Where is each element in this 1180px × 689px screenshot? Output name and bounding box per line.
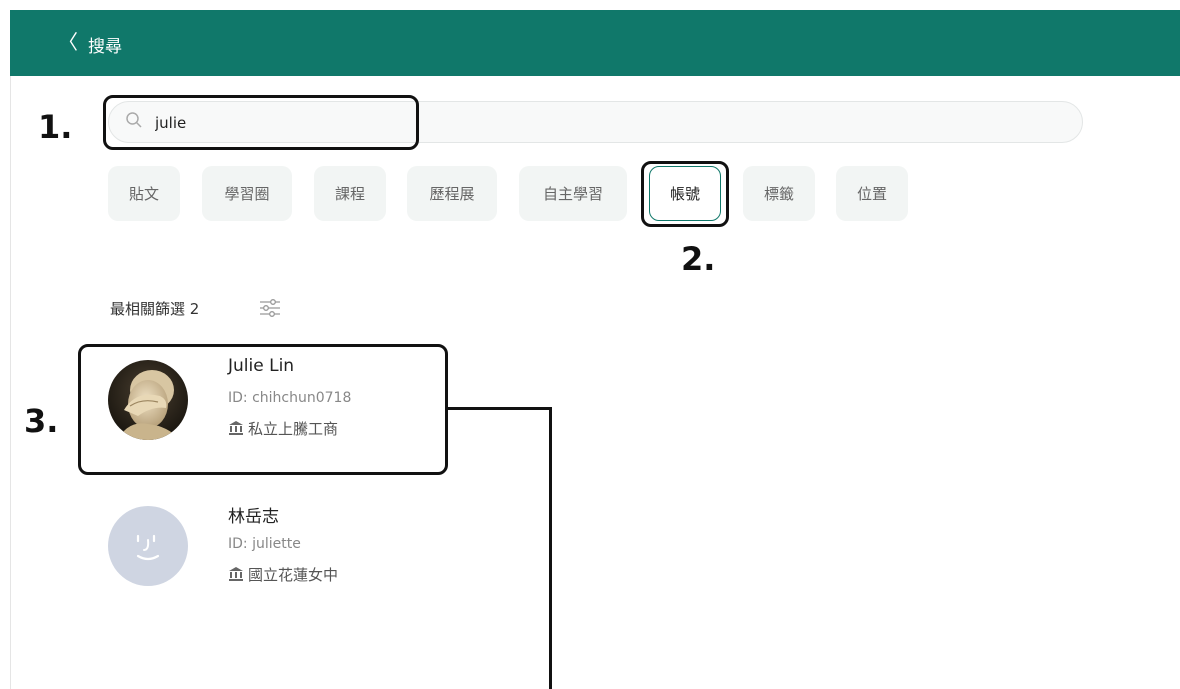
- annotation-box-search: [103, 95, 419, 150]
- chevron-left-icon[interactable]: 〈: [58, 30, 78, 54]
- tab-locations[interactable]: 位置: [836, 166, 908, 221]
- tab-courses[interactable]: 課程: [314, 166, 386, 221]
- annotation-box-result: [78, 344, 448, 475]
- annotation-box-accounts-tab: [641, 161, 729, 227]
- default-face-icon: [136, 534, 160, 561]
- tab-tags[interactable]: 標籤: [743, 166, 815, 221]
- annotation-label-3: 3.: [24, 402, 59, 440]
- annotation-label-1: 1.: [38, 108, 73, 146]
- annotation-connector-h: [448, 407, 552, 410]
- tab-learning-circles[interactable]: 學習圈: [202, 166, 292, 221]
- annotation-label-2: 2.: [681, 240, 716, 278]
- annotation-connector-v: [549, 407, 552, 689]
- user-name: 林岳志: [228, 507, 279, 527]
- tab-self-learning[interactable]: 自主學習: [519, 166, 627, 221]
- relevance-filter-label: 最相關篩選 2: [110, 300, 200, 318]
- institution-icon: [229, 567, 243, 581]
- user-id: ID: juliette: [228, 536, 301, 552]
- filter-sliders-icon[interactable]: [258, 298, 282, 318]
- app-header: 〈 搜尋: [10, 10, 1180, 76]
- page-title: 搜尋: [88, 37, 122, 57]
- tab-portfolio-exhibition[interactable]: 歷程展: [407, 166, 497, 221]
- avatar: [108, 506, 188, 586]
- tab-posts[interactable]: 貼文: [108, 166, 180, 221]
- user-school: 國立花蓮女中: [248, 566, 339, 584]
- user-result-item[interactable]: 林岳志 ID: juliette 國立花蓮女中: [98, 496, 438, 606]
